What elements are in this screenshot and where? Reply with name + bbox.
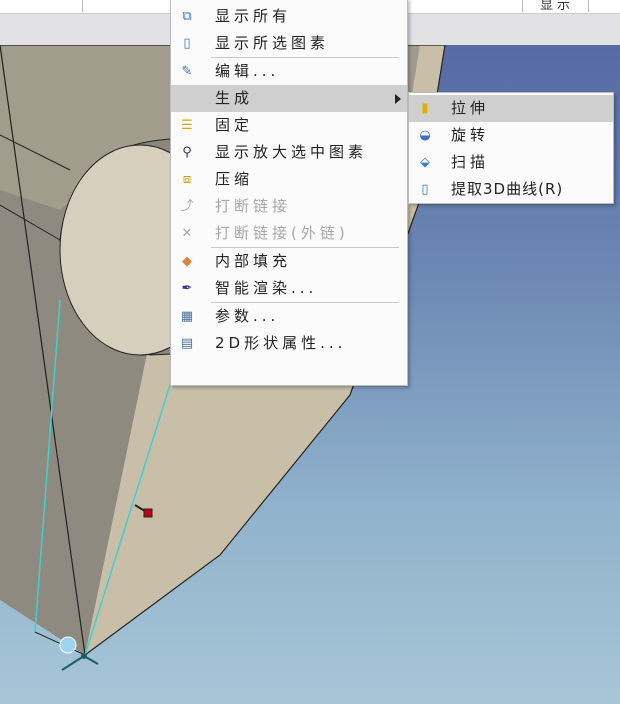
extract-curve-icon: ▯ (421, 182, 429, 197)
shape-properties-icon: ▤ (180, 336, 194, 351)
submenu-item-revolve[interactable]: ◒ 旋转 (409, 122, 613, 149)
menu-item-generate[interactable]: 生成 (171, 85, 407, 112)
menu-item-compress[interactable]: ⧈ 压缩 (171, 166, 407, 193)
compress-icon: ⧈ (182, 172, 192, 187)
origin-marker[interactable] (59, 636, 77, 654)
divider (82, 0, 83, 12)
fill-icon: ◆ (182, 254, 192, 269)
menu-item-2d-shape-properties[interactable]: ▤ 2D形状属性... (171, 330, 407, 357)
handle-point[interactable] (143, 508, 153, 518)
zoom-icon: ⚲ (182, 145, 192, 160)
menu-item-show-all[interactable]: ⧉ 显示所有 (171, 3, 407, 30)
divider (588, 0, 589, 12)
menu-item-break-link: ⤴ 打断链接 (180, 197, 292, 215)
show-selected-icon: ▯ (183, 36, 191, 51)
menu-item-fix[interactable]: ☰ 固定 (171, 112, 407, 139)
revolve-icon: ◒ (419, 128, 431, 143)
render-icon: ✒ (181, 281, 193, 296)
break-link-icon: ⤴ (180, 199, 194, 214)
sweep-icon: ⬙ (420, 155, 430, 170)
menu-item-break-external-link: ✕ 打断链接(外链) (171, 220, 407, 247)
break-external-link-icon: ✕ (181, 226, 193, 241)
menu-item-edit[interactable]: ✎ 编辑... (171, 58, 407, 85)
submenu-item-extract-3d-curve[interactable]: ▯ 提取3D曲线(R) (409, 176, 613, 203)
menu-item-show-selected[interactable]: ▯ 显示所选图素 (171, 30, 407, 57)
display-tab[interactable]: 显示 (540, 0, 574, 13)
menu-item-parameters[interactable]: ▦ 参数... (171, 303, 407, 330)
menu-item-zoom-selected[interactable]: ⚲ 显示放大选中图素 (171, 139, 407, 166)
generate-submenu: ▮ 拉伸 ◒ 旋转 ⬙ 扫描 ▯ 提取3D曲线(R) (408, 92, 614, 204)
submenu-arrow-icon (395, 94, 401, 104)
fix-icon: ☰ (181, 118, 193, 133)
divider (522, 0, 523, 12)
context-menu: ⧉ 显示所有 ▯ 显示所选图素 ✎ 编辑... 生成 ☰ 固定 ⚲ 显示放大选中图素 ⧈ 压… (170, 0, 408, 386)
show-all-icon: ⧉ (182, 9, 192, 24)
menu-item-inner-fill[interactable]: ◆ 内部填充 (171, 248, 407, 275)
menu-item-smart-render[interactable]: ✒ 智能渲染... (171, 275, 407, 302)
edit-icon: ✎ (181, 64, 193, 79)
parameters-icon: ▦ (180, 309, 194, 324)
submenu-item-sweep[interactable]: ⬙ 扫描 (409, 149, 613, 176)
submenu-item-extrude[interactable]: ▮ 拉伸 (409, 95, 613, 122)
extrude-icon: ▮ (421, 101, 429, 116)
